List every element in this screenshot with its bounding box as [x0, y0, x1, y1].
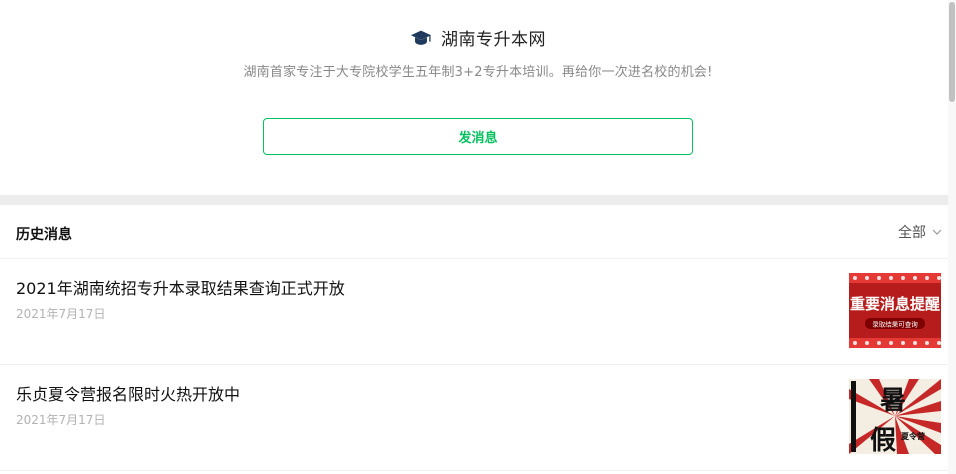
send-message-button[interactable]: 发消息 — [263, 118, 693, 155]
account-brand: 湖南专升本网 — [0, 25, 956, 50]
account-profile-section: 湖南专升本网 湖南首家专注于大专院校学生五年制3+2专升本培训。再给你一次进名校… — [0, 0, 956, 195]
graduation-cap-icon — [410, 30, 432, 45]
page-scrollbar[interactable] — [948, 0, 956, 474]
thumbnail-subtext: 录取结果可查询 — [872, 320, 918, 329]
history-filter-dropdown[interactable]: 全部 — [898, 222, 942, 242]
thumbnail-text-2: 假 — [870, 426, 896, 454]
account-description: 湖南首家专注于大专院校学生五年制3+2专升本培训。再给你一次进名校的机会! — [243, 65, 713, 80]
thumbnail-text-1: 暑 — [880, 386, 906, 416]
thumbnail-subtext: 夏令营 — [900, 431, 925, 441]
history-item-date: 2021年7月17日 — [16, 307, 106, 321]
chevron-down-icon — [932, 229, 942, 235]
filter-label: 全部 — [898, 225, 926, 241]
history-item-title[interactable]: 2021年湖南统招专升本录取结果查询正式开放 — [16, 275, 345, 299]
scrollbar-thumb[interactable] — [949, 2, 955, 102]
history-item-thumbnail[interactable]: 暑 假 夏令营 — [849, 379, 941, 454]
history-item[interactable]: 2021年湖南统招专升本录取结果查询正式开放 2021年7月17日 重要消息提醒… — [0, 259, 956, 365]
history-item[interactable]: 乐贞夏令营报名限时火热开放中 2021年7月17日 暑 假 夏令营 — [0, 365, 956, 471]
history-item-date: 2021年7月17日 — [16, 413, 106, 427]
history-item-title[interactable]: 乐贞夏令营报名限时火热开放中 — [16, 381, 240, 405]
history-title: 历史消息 — [16, 227, 72, 243]
section-divider — [0, 195, 956, 205]
account-name: 湖南专升本网 — [441, 30, 546, 50]
thumbnail-text: 重要消息提醒 — [850, 295, 940, 313]
history-item-thumbnail[interactable]: 重要消息提醒 录取结果可查询 — [849, 273, 941, 348]
history-header: 历史消息 全部 — [0, 205, 956, 259]
